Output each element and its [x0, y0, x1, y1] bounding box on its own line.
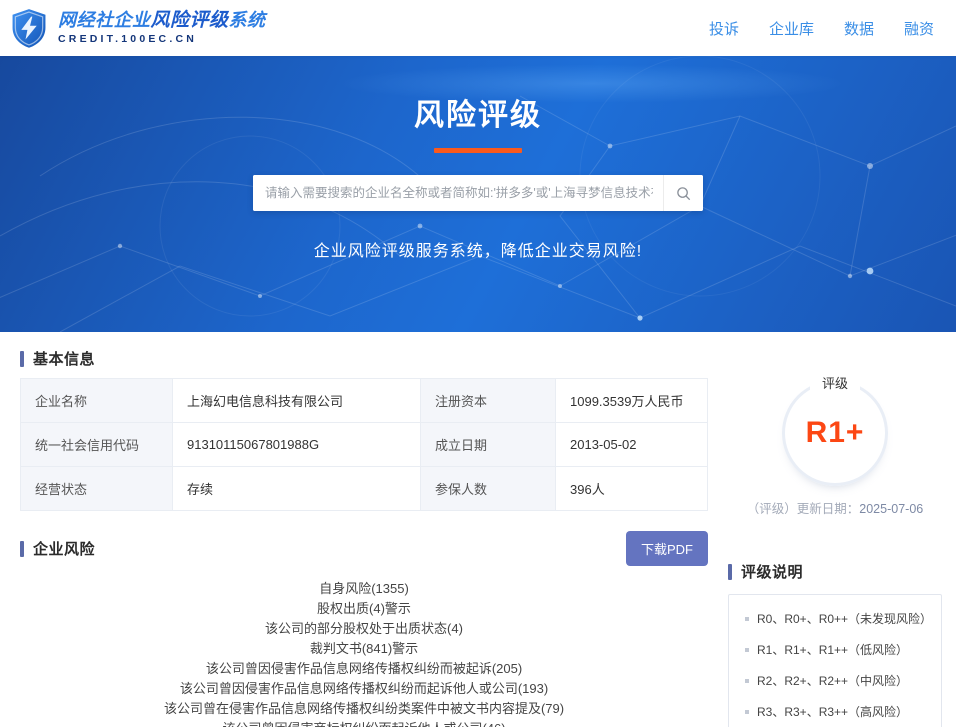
rating-circle: R1+: [782, 380, 888, 486]
table-row: 统一社会信用代码 91310115067801988G 成立日期 2013-05…: [21, 423, 707, 467]
row-label-1: 企业名称: [21, 379, 173, 422]
main-column: 基本信息 企业名称 上海幻电信息科技有限公司 注册资本 1099.3539万人民…: [20, 348, 708, 727]
search-input[interactable]: [253, 175, 663, 211]
enterprise-risk-title: 企业风险: [33, 541, 96, 558]
rating-legend-section-head: 评级说明: [728, 561, 942, 582]
legend-item-text: R0、R0+、R0++（未发现风险）: [757, 612, 933, 626]
basic-info-table: 企业名称 上海幻电信息科技有限公司 注册资本 1099.3539万人民币 统一社…: [20, 378, 708, 511]
top-navigation: 投诉 企业库 数据 融资: [709, 18, 934, 39]
risk-list-item[interactable]: 该公司曾在侵害作品信息网络传播权纠纷类案件中被文书内容提及(79): [20, 699, 708, 719]
search-icon: [677, 186, 691, 200]
download-pdf-button[interactable]: 下载PDF: [625, 531, 708, 566]
side-column: 评级 R1+ （评级）更新日期：2025-07-06 评级说明 R0、R0+、R…: [708, 348, 956, 727]
risk-list-item[interactable]: 该公司曾因侵害作品信息网络传播权纠纷而被起诉(205): [20, 659, 708, 679]
row-label-2: 参保人数: [421, 467, 556, 510]
hero-banner: 风险评级 企业风险评级服务系统，降低企业交易风险!: [0, 56, 956, 332]
header: 网经社企业风险评级系统 CREDIT.100EC.CN 投诉 企业库 数据 融资: [0, 0, 956, 56]
legend-item-text: R3、R3+、R3++（高风险）: [757, 705, 909, 719]
content-area: 基本信息 企业名称 上海幻电信息科技有限公司 注册资本 1099.3539万人民…: [0, 332, 956, 727]
row-value-1: 上海幻电信息科技有限公司: [173, 379, 421, 422]
risk-list: 自身风险(1355) 股权出质(4)警示 该公司的部分股权处于出质状态(4) 裁判文书…: [20, 579, 708, 727]
basic-info-section-head: 基本信息: [20, 348, 708, 369]
bullet-icon: [745, 710, 749, 714]
risk-list-item[interactable]: 自身风险(1355): [20, 579, 708, 599]
bullet-icon: [745, 617, 749, 621]
rating-value: R1+: [805, 416, 865, 449]
rating-legend-title: 评级说明: [741, 564, 804, 581]
nav-link[interactable]: 数据: [844, 18, 874, 39]
row-value-2: 2013-05-02: [556, 423, 707, 466]
enterprise-risk-head-left: 企业风险: [20, 538, 95, 559]
nav-link[interactable]: 投诉: [709, 18, 739, 39]
row-label-1: 统一社会信用代码: [21, 423, 173, 466]
rating-label: 评级: [809, 373, 860, 392]
hero-tagline: 企业风险评级服务系统，降低企业交易风险!: [313, 243, 643, 260]
rating-date-prefix: （评级）更新日期：: [746, 502, 860, 516]
search-bar: [253, 175, 703, 211]
basic-info-title: 基本信息: [33, 351, 96, 368]
logo-title: 网经社企业风险评级系统: [58, 9, 266, 32]
row-label-2: 注册资本: [421, 379, 556, 422]
legend-item: R0、R0+、R0++（未发现风险）: [743, 612, 933, 627]
page-title: 风险评级: [414, 99, 542, 132]
nav-link[interactable]: 融资: [904, 18, 934, 39]
section-bar-icon: [728, 563, 732, 580]
logo-title-part3: 系统: [228, 9, 266, 30]
nav-link[interactable]: 企业库: [769, 18, 814, 39]
section-bar-icon: [20, 350, 24, 367]
enterprise-risk-section-head: 企业风险 下载PDF: [20, 531, 708, 566]
bullet-icon: [745, 679, 749, 683]
legend-item: R1、R1+、R1++（低风险）: [743, 643, 929, 658]
logo-title-part1: 网经社企业: [58, 9, 151, 30]
risk-list-item[interactable]: 该公司的部分股权处于出质状态(4): [20, 619, 708, 639]
hero-content: 风险评级 企业风险评级服务系统，降低企业交易风险!: [0, 56, 956, 261]
rating-legend-box: R0、R0+、R0++（未发现风险） R1、R1+、R1++（低风险） R2、R…: [728, 594, 942, 727]
title-underline: [434, 148, 522, 153]
row-value-2: 1099.3539万人民币: [556, 379, 707, 422]
logo-subtitle: CREDIT.100EC.CN: [58, 32, 198, 45]
row-label-2: 成立日期: [421, 423, 556, 466]
legend-item-text: R2、R2+、R2++（中风险）: [757, 674, 909, 688]
risk-list-item[interactable]: 股权出质(4)警示: [20, 599, 708, 619]
logo-title-part2: 风险评级: [150, 9, 229, 31]
rating-date-value: 2025-07-06: [859, 502, 924, 516]
table-row: 经营状态 存续 参保人数 396人: [21, 467, 707, 511]
shield-lightning-icon: [12, 9, 46, 48]
logo-text: 网经社企业风险评级系统 CREDIT.100EC.CN: [58, 9, 266, 45]
rating-update-date: （评级）更新日期：2025-07-06: [728, 498, 942, 517]
row-value-2: 396人: [556, 467, 707, 510]
row-value-1: 91310115067801988G: [173, 423, 421, 466]
section-bar-icon: [20, 540, 24, 557]
row-value-1: 存续: [173, 467, 421, 510]
risk-list-item[interactable]: 该公司曾因侵害商标权纠纷而起诉他人或公司(46): [20, 719, 708, 727]
legend-item-text: R1、R1+、R1++（低风险）: [757, 643, 909, 657]
site-logo[interactable]: 网经社企业风险评级系统 CREDIT.100EC.CN: [8, 6, 266, 50]
risk-list-item[interactable]: 该公司曾因侵害作品信息网络传播权纠纷而起诉他人或公司(193): [20, 679, 708, 699]
risk-list-item[interactable]: 裁判文书(841)警示: [20, 639, 708, 659]
bullet-icon: [745, 648, 749, 652]
row-label-1: 经营状态: [21, 467, 173, 510]
table-row: 企业名称 上海幻电信息科技有限公司 注册资本 1099.3539万人民币: [21, 379, 707, 423]
rating-widget: 评级 R1+ （评级）更新日期：2025-07-06: [728, 362, 942, 517]
legend-item: R3、R3+、R3++（高风险）: [743, 705, 929, 720]
legend-item: R2、R2+、R2++（中风险）: [743, 674, 929, 689]
search-button[interactable]: [663, 175, 703, 211]
